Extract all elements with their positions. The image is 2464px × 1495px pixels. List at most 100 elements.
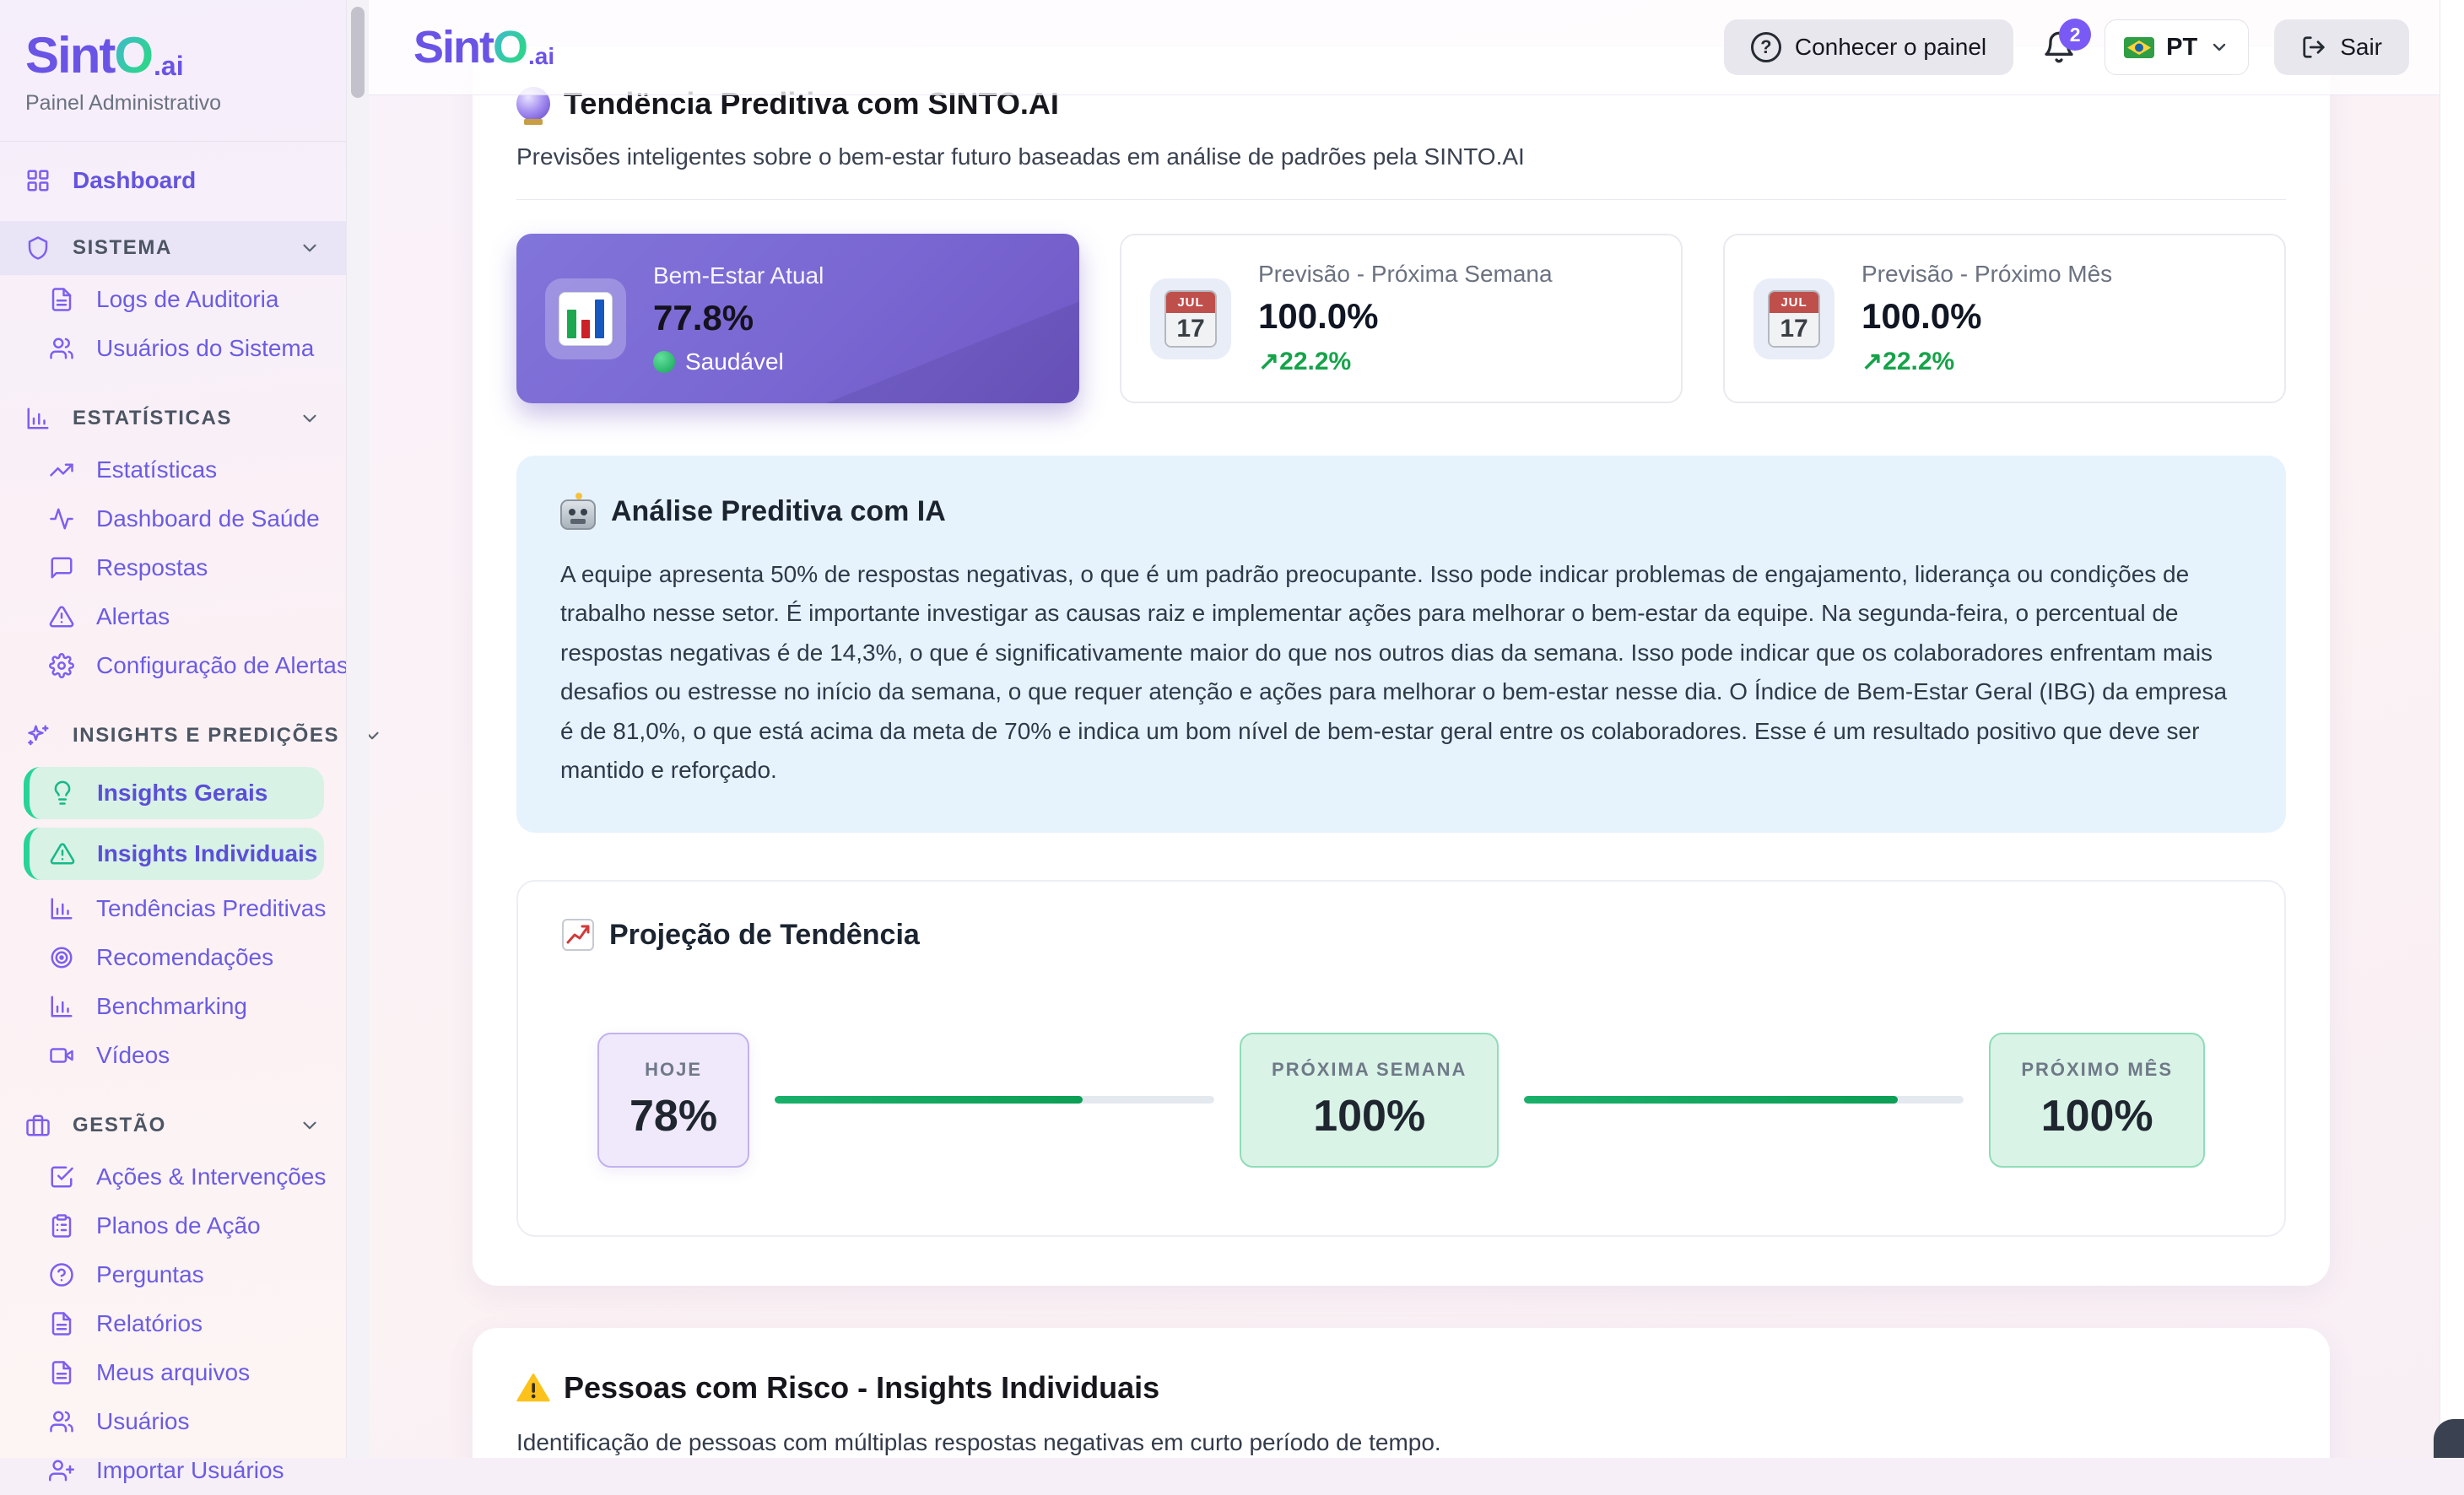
ai-analysis-title: Análise Preditiva com IA	[611, 495, 946, 528]
logo-suffix: .ai	[154, 52, 184, 79]
stats-row: Bem-Estar Atual 77.8% Saudável JUL 17	[516, 234, 2286, 403]
sidebar-section-estatisticas[interactable]: ESTATÍSTICAS	[0, 391, 346, 445]
stat-card-next-month: JUL 17 Previsão - Próximo Mês 100.0% ↗22…	[1723, 234, 2286, 403]
stat-value: 77.8%	[653, 298, 824, 338]
bar-chart-icon	[49, 994, 74, 1019]
stat-texts: Bem-Estar Atual 77.8% Saudável	[653, 262, 824, 375]
sidebar-item-label: Estatísticas	[96, 456, 217, 483]
sidebar-item-label: Perguntas	[96, 1261, 204, 1288]
stat-value: 100.0%	[1862, 296, 2112, 337]
clipboard-icon	[49, 1213, 74, 1239]
sidebar-item-videos[interactable]: Vídeos	[0, 1031, 346, 1080]
divider	[516, 199, 2286, 200]
sidebar-item-config-alertas[interactable]: Configuração de Alertas	[0, 641, 346, 690]
video-icon	[49, 1043, 74, 1068]
sidebar-item-label: Vídeos	[96, 1042, 170, 1069]
calendar-day: 17	[1166, 313, 1215, 346]
stat-delta: ↗22.2%	[1258, 347, 1553, 376]
ai-analysis-title-row: Análise Preditiva com IA	[560, 493, 2242, 530]
logo-o: O	[114, 30, 152, 81]
sidebar-item-label: Respostas	[96, 554, 208, 581]
green-circle-icon	[653, 351, 675, 373]
panel-subtitle: Painel Administrativo	[25, 91, 369, 116]
header-actions: ? Conhecer o painel 2 PT Sair	[1724, 19, 2409, 75]
predictive-trend-card: Tendëncia Preditiva com SINTO.AI Previsõ…	[473, 47, 2330, 1286]
sidebar-item-estatisticas[interactable]: Estatísticas	[0, 445, 346, 494]
sidebar-item-benchmarking[interactable]: Benchmarking	[0, 982, 346, 1031]
user-plus-icon	[49, 1458, 74, 1483]
sidebar-item-planos-acao[interactable]: Planos de Ação	[0, 1201, 346, 1250]
logout-button[interactable]: Sair	[2274, 19, 2409, 75]
help-button-label: Conhecer o painel	[1795, 34, 1986, 61]
sidebar-item-label: Usuários	[96, 1408, 189, 1435]
sidebar-item-respostas[interactable]: Respostas	[0, 543, 346, 592]
sparkles-icon	[25, 723, 51, 748]
projection-label: PRÓXIMA SEMANA	[1272, 1059, 1467, 1081]
sidebar-item-usuarios-sistema[interactable]: Usuários do Sistema	[0, 324, 346, 373]
sidebar-item-label: Importar Usuários	[96, 1457, 284, 1484]
briefcase-icon	[25, 1113, 51, 1138]
stat-label: Bem-Estar Atual	[653, 262, 824, 289]
stat-value: 100.0%	[1258, 296, 1553, 337]
sidebar-item-label: Logs de Auditoria	[96, 286, 278, 313]
file-text-icon	[49, 1311, 74, 1336]
sidebar-scrollbar-thumb[interactable]	[351, 7, 365, 98]
sidebar-item-usuarios[interactable]: Usuários	[0, 1397, 346, 1446]
calendar-month: JUL	[1770, 292, 1818, 313]
sidebar-item-label: Dashboard de Saúde	[96, 505, 320, 532]
header-logo: SintO.ai	[413, 24, 554, 70]
stat-status: Saudável	[653, 348, 824, 375]
stat-card-next-week: JUL 17 Previsão - Próxima Semana 100.0% …	[1120, 234, 1683, 403]
notifications-button[interactable]: 2	[2039, 25, 2079, 69]
grid-icon	[25, 168, 51, 193]
brazil-flag-icon	[2124, 37, 2154, 58]
sidebar-item-logs-auditoria[interactable]: Logs de Auditoria	[0, 275, 346, 324]
sidebar-section-label: GESTÃO	[73, 1114, 166, 1137]
sidebar-item-dashboard[interactable]: Dashboard	[0, 155, 346, 206]
sidebar-item-relatorios[interactable]: Relatórios	[0, 1299, 346, 1348]
language-select[interactable]: PT	[2105, 19, 2249, 75]
bar-chart-icon	[49, 896, 74, 921]
sidebar-section-insights[interactable]: INSIGHTS E PREDIÇÕES	[0, 709, 346, 763]
sidebar-item-perguntas[interactable]: Perguntas	[0, 1250, 346, 1299]
sidebar-divider	[0, 141, 369, 142]
sidebar-item-label: Benchmarking	[96, 993, 247, 1020]
language-label: PT	[2166, 34, 2197, 62]
page-content: Tendëncia Preditiva com SINTO.AI Previsõ…	[369, 0, 2440, 1458]
sidebar-section-sistema[interactable]: SISTEMA	[0, 221, 346, 275]
sidebar-item-dashboard-saude[interactable]: Dashboard de Saúde	[0, 494, 346, 543]
sidebar-item-label: Usuários do Sistema	[96, 335, 314, 362]
projection-point-next-month: PRÓXIMO MÊS 100%	[1989, 1033, 2205, 1168]
projection-label: PRÓXIMO MÊS	[2021, 1059, 2173, 1081]
sidebar-item-insights-gerais[interactable]: Insights Gerais	[24, 767, 324, 819]
sidebar-item-importar-usuarios[interactable]: Importar Usuários	[0, 1446, 346, 1495]
sidebar-item-tendencias-preditivas[interactable]: Tendências Preditivas	[0, 884, 346, 933]
sidebar-item-meus-arquivos[interactable]: Meus arquivos	[0, 1348, 346, 1397]
sidebar-item-acoes-intervencoes[interactable]: Ações & Intervenções	[0, 1152, 346, 1201]
sidebar-item-recomendacoes[interactable]: Recomendações	[0, 933, 346, 982]
message-square-icon	[49, 555, 74, 580]
projection-value: 100%	[1313, 1091, 1425, 1141]
predictive-subtitle: Previsões inteligentes sobre o bem-estar…	[516, 143, 2286, 170]
projection-connector	[775, 1096, 1214, 1104]
users-icon	[49, 1409, 74, 1434]
risk-title: Pessoas com Risco - Insights Individuais	[564, 1370, 1159, 1406]
help-button[interactable]: ? Conhecer o painel	[1724, 19, 2013, 75]
target-icon	[49, 945, 74, 970]
sidebar-scrollbar[interactable]	[346, 0, 369, 1458]
ai-analysis-body: A equipe apresenta 50% de respostas nega…	[560, 555, 2242, 791]
sidebar-item-alertas[interactable]: Alertas	[0, 592, 346, 641]
sidebar-item-insights-individuais[interactable]: Insights Individuais	[24, 828, 324, 880]
main-area: SintO.ai ? Conhecer o painel 2 PT Sair	[369, 0, 2440, 1458]
sidebar-item-label: Recomendações	[96, 944, 273, 971]
page-scrollbar[interactable]	[2440, 0, 2464, 1458]
calendar-emoji-icon: JUL 17	[1753, 278, 1834, 359]
sidebar-section-gestao[interactable]: GESTÃO	[0, 1098, 346, 1152]
sidebar-item-label: Meus arquivos	[96, 1359, 250, 1386]
gear-icon	[49, 653, 74, 678]
users-icon	[49, 336, 74, 361]
stat-label: Previsão - Próxima Semana	[1258, 261, 1553, 288]
shield-icon	[25, 235, 51, 261]
page-scrollbar-thumb[interactable]	[2434, 1419, 2464, 1458]
sidebar-item-label: Insights Gerais	[97, 780, 267, 807]
